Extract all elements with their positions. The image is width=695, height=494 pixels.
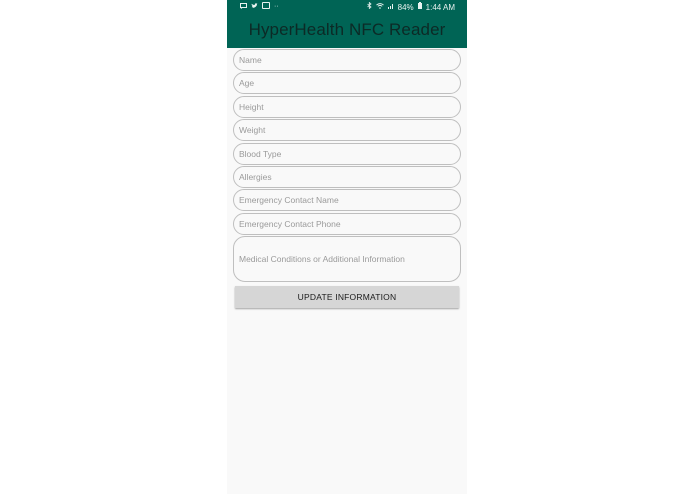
battery-icon — [417, 2, 422, 12]
name-field[interactable] — [233, 49, 461, 71]
age-field[interactable] — [233, 72, 461, 95]
height-field[interactable] — [233, 95, 461, 118]
patient-info-form — [233, 49, 461, 284]
status-bar: ·· 84% 1:44 AM — [227, 0, 467, 14]
allergies-field[interactable] — [233, 165, 461, 188]
medical-conditions-field[interactable] — [233, 236, 461, 283]
weight-field[interactable] — [233, 119, 461, 142]
emergency-contact-phone-field[interactable] — [233, 212, 461, 235]
phone-screen: ·· 84% 1:44 AM HyperHealth NFC Reader Na… — [227, 0, 467, 494]
bluetooth-icon — [366, 1, 372, 12]
mail-icon — [262, 2, 270, 12]
notification-icons: ·· — [240, 2, 279, 12]
app-title: HyperHealth NFC Reader — [248, 19, 446, 39]
clock: 1:44 AM — [425, 2, 455, 12]
system-icons: 84% 1:44 AM — [366, 1, 455, 12]
battery-percent: 84% — [397, 2, 414, 12]
twitter-icon — [251, 2, 258, 12]
signal-icon — [387, 3, 394, 12]
app-bar: HyperHealth NFC Reader — [227, 14, 467, 48]
emergency-contact-name-field[interactable] — [233, 189, 461, 212]
blood-type-field[interactable] — [233, 142, 461, 165]
message-icon — [240, 2, 247, 12]
more-icon: ·· — [274, 3, 279, 10]
wifi-icon — [375, 2, 384, 12]
update-information-button[interactable]: UPDATE INFORMATION — [235, 286, 459, 308]
